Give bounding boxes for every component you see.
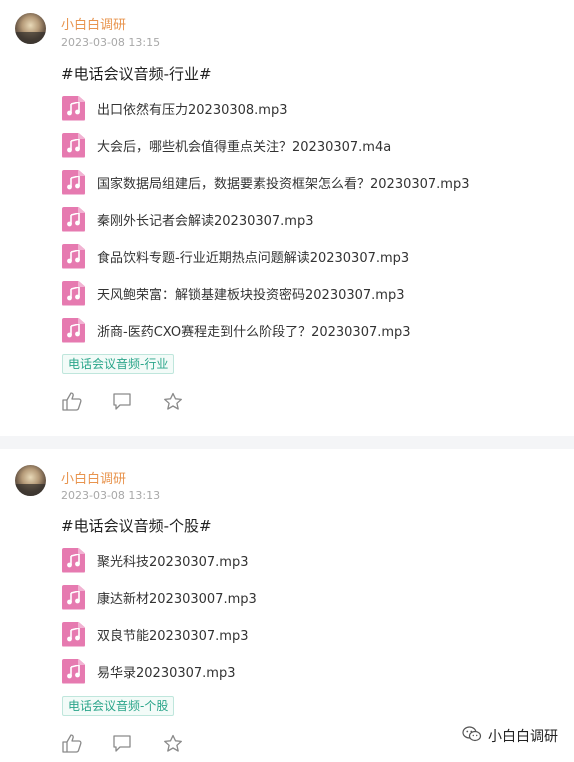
file-name: 秦刚外长记者会解读20230307.mp3: [97, 213, 314, 229]
file-item[interactable]: 浙商-医药CXO赛程走到什么阶段了？20230307.mp3: [62, 317, 411, 343]
like-icon[interactable]: [61, 390, 83, 412]
topic-tag[interactable]: 电话会议音频-个股: [62, 696, 175, 716]
music-file-icon: [62, 658, 85, 684]
music-file-icon: [62, 169, 85, 195]
music-file-icon: [62, 206, 85, 232]
music-file-icon: [62, 621, 85, 647]
music-file-icon: [62, 132, 85, 158]
file-name: 聚光科技20230307.mp3: [97, 554, 249, 570]
comment-icon[interactable]: [111, 732, 133, 754]
file-item[interactable]: 出口依然有压力20230308.mp3: [62, 95, 288, 121]
author-name[interactable]: 小白白调研: [61, 14, 126, 33]
topic-title[interactable]: #电话会议音频-个股#: [61, 515, 212, 536]
file-item[interactable]: 国家数据局组建后，数据要素投资框架怎么看？20230307.mp3: [62, 169, 470, 195]
music-file-icon: [62, 243, 85, 269]
music-file-icon: [62, 547, 85, 573]
file-name: 国家数据局组建后，数据要素投资框架怎么看？20230307.mp3: [97, 176, 470, 192]
file-name: 天风鲍荣富：解锁基建板块投资密码20230307.mp3: [97, 287, 405, 303]
post-time: 2023-03-08 13:13: [61, 489, 161, 502]
file-item[interactable]: 食品饮料专题-行业近期热点问题解读20230307.mp3: [62, 243, 409, 269]
post-separator: [0, 436, 574, 449]
file-name: 易华录20230307.mp3: [97, 665, 236, 681]
file-item[interactable]: 康达新材202303007.mp3: [62, 584, 257, 610]
star-icon[interactable]: [162, 390, 184, 412]
post: 小白白调研 2023-03-08 13:13 #电话会议音频-个股# 聚光科技2…: [0, 449, 574, 762]
file-item[interactable]: 双良节能20230307.mp3: [62, 621, 249, 647]
topic-tag[interactable]: 电话会议音频-行业: [62, 354, 175, 374]
file-name: 浙商-医药CXO赛程走到什么阶段了？20230307.mp3: [97, 324, 411, 340]
post: 小白白调研 2023-03-08 13:15 #电话会议音频-行业# 出口依然有…: [0, 0, 574, 436]
file-item[interactable]: 聚光科技20230307.mp3: [62, 547, 249, 573]
file-name: 大会后，哪些机会值得重点关注？20230307.m4a: [97, 139, 392, 155]
file-item[interactable]: 易华录20230307.mp3: [62, 658, 236, 684]
file-item[interactable]: 秦刚外长记者会解读20230307.mp3: [62, 206, 314, 232]
author-name[interactable]: 小白白调研: [61, 468, 126, 487]
file-item[interactable]: 天风鲍荣富：解锁基建板块投资密码20230307.mp3: [62, 280, 405, 306]
topic-title[interactable]: #电话会议音频-行业#: [61, 63, 212, 84]
brand-badge: 小白白调研: [462, 726, 558, 746]
avatar[interactable]: [15, 465, 46, 496]
like-icon[interactable]: [61, 732, 83, 754]
star-icon[interactable]: [162, 732, 184, 754]
avatar[interactable]: [15, 13, 46, 44]
file-name: 食品饮料专题-行业近期热点问题解读20230307.mp3: [97, 250, 410, 266]
brand-name: 小白白调研: [488, 729, 558, 745]
comment-icon[interactable]: [111, 390, 133, 412]
music-file-icon: [62, 280, 85, 306]
file-item[interactable]: 大会后，哪些机会值得重点关注？20230307.m4a: [62, 132, 391, 158]
file-name: 康达新材202303007.mp3: [97, 591, 257, 607]
file-name: 出口依然有压力20230308.mp3: [97, 102, 288, 118]
file-name: 双良节能20230307.mp3: [97, 628, 249, 644]
music-file-icon: [62, 95, 85, 121]
wechat-icon: [462, 726, 482, 746]
music-file-icon: [62, 317, 85, 343]
post-time: 2023-03-08 13:15: [61, 36, 161, 49]
music-file-icon: [62, 584, 85, 610]
